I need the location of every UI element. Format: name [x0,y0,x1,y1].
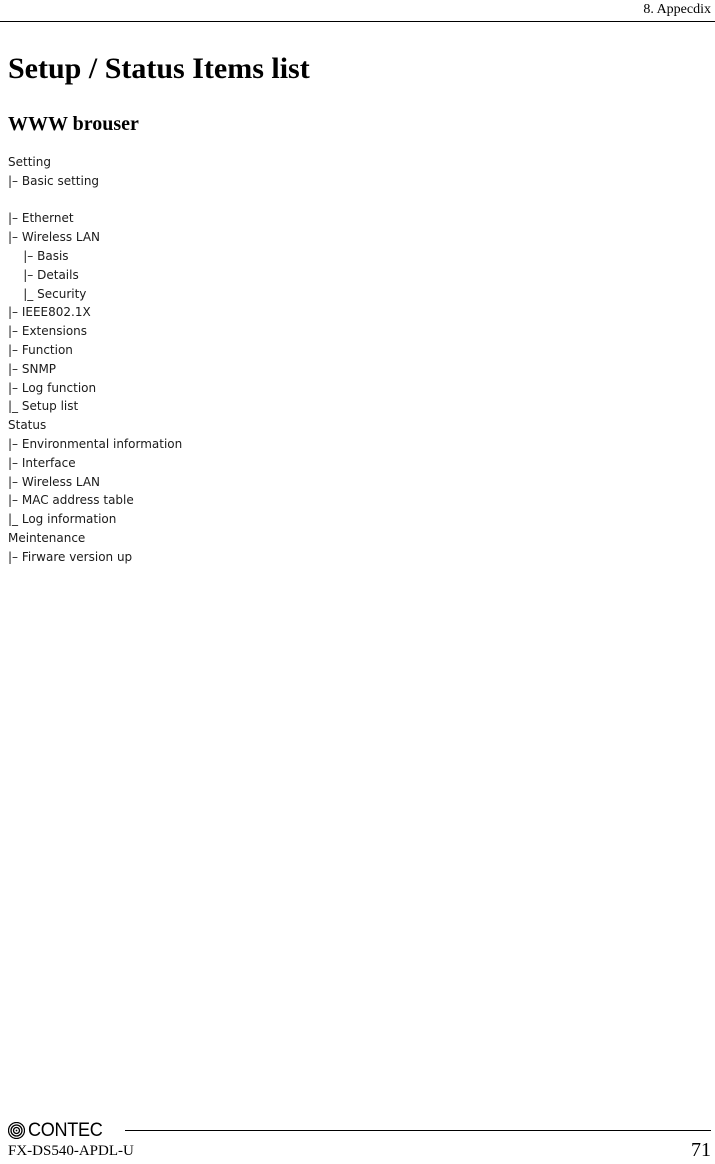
brand-wordmark: CONTEC [28,1119,103,1141]
tree-item: |– Basic setting [8,173,100,188]
tree-item: |– Interface [8,455,76,470]
tree-item: |– Environmental information [8,436,183,451]
section-heading: WWW brouser [8,113,139,135]
page-title: Setup / Status Items list [8,52,310,85]
page-footer: CONTEC FX-DS540-APDL-U 71 [0,1110,715,1164]
tree-item: |– Firware version up [8,549,133,564]
footer-divider [125,1130,711,1131]
tree-item: |– Ethernet [8,211,74,226]
tree-item: |– Function [8,342,73,357]
chapter-label: 8. Appecdix [643,2,711,17]
header-divider [0,21,715,22]
tree-item: |– SNMP [8,361,57,376]
tree-item: |_ Log information [8,512,117,527]
product-model-number: FX-DS540-APDL-U [8,1143,134,1159]
footer-meta: FX-DS540-APDL-U 71 [8,1139,711,1162]
items-tree: Setting |– Basic setting |– Ethernet |– Wir… [8,153,707,567]
footer-brand-row: CONTEC [8,1119,711,1141]
tree-item: |– Extensions [8,324,88,339]
tree-item: |_ Security [8,286,87,301]
tree-item: Status [8,418,47,433]
tree-item: Meintenance [8,530,86,545]
contec-spiral-logo-icon [8,1121,25,1139]
tree-item: |– Log function [8,380,97,395]
tree-item: |– Wireless LAN [8,230,101,245]
tree-item: |– MAC address table [8,493,134,508]
tree-item: |– Wireless LAN [8,474,101,489]
tree-item: |_ Setup list [8,399,79,414]
tree-item: |– Basis [8,248,69,263]
brand-logo: CONTEC [8,1119,106,1141]
tree-item: Setting [8,155,51,169]
tree-item: |– Details [8,267,79,282]
page-content: Setup / Status Items list WWW brouser Se… [8,26,707,567]
page-header: 8. Appecdix [0,0,715,26]
tree-item: |– IEEE802.1X [8,305,91,320]
page-number: 71 [691,1139,711,1161]
